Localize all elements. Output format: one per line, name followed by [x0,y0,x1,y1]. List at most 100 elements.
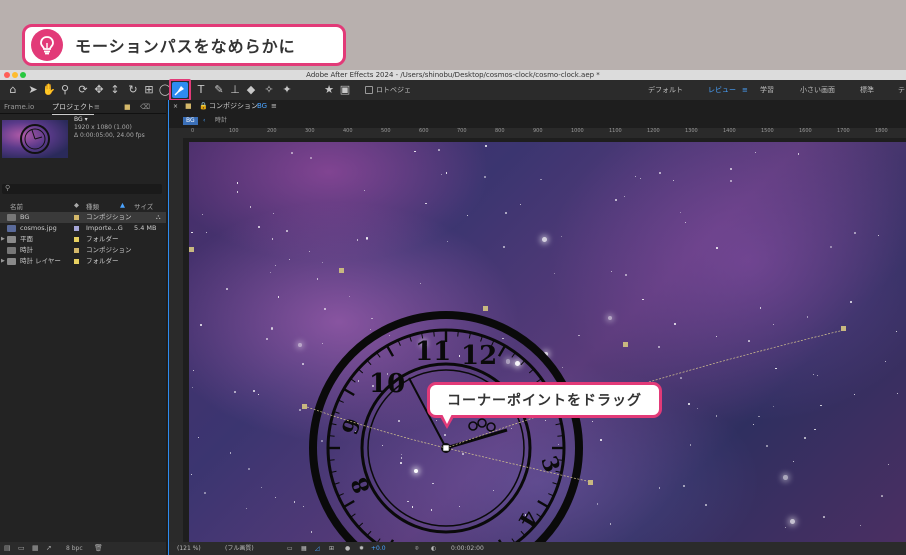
breadcrumb-clock[interactable]: 時計 [215,115,227,127]
path-handle-point[interactable] [302,404,307,409]
viewer-comp-name[interactable]: BG [257,100,267,113]
exposure-icon[interactable]: ✹ [359,542,364,555]
corner-point-selected[interactable] [442,444,450,452]
clock-tick [520,530,526,537]
eraser-tool-icon[interactable]: ◆ [244,83,258,97]
workspace-small-screen[interactable]: 小さい画面 [800,80,835,100]
color-channels-icon[interactable]: ● [345,542,350,555]
folder-icon [7,258,16,265]
ruler-label: 1500 [761,128,774,134]
item-name: 時計 [20,246,33,254]
path-keyframe-point[interactable] [623,342,628,347]
label-swatch[interactable] [74,248,79,253]
show-snapshot-icon[interactable]: ◐ [431,542,436,555]
tab-frameio[interactable]: Frame.io [4,100,34,114]
ruler-label: 500 [381,128,391,134]
workspace-learn[interactable]: 学習 [760,80,774,100]
label-swatch[interactable] [74,259,79,264]
project-search-input[interactable]: ⚲ [2,184,162,194]
new-composition-icon[interactable]: ▦ [32,544,39,552]
transparency-grid-icon[interactable]: ▦ [301,542,307,555]
grid-guides-icon[interactable]: ⊞ [329,542,334,555]
dolly-camera-icon[interactable]: ↕ [108,83,122,97]
new-folder-icon[interactable]: ▭ [18,544,25,552]
panel-menu-icon[interactable]: ≡ [94,100,100,114]
vertical-ruler [169,138,183,542]
project-item-clock-layers[interactable]: ▶ 時計 レイヤー フォルダー [0,256,166,267]
selection-tool-icon[interactable]: ➤ [26,83,40,97]
star-icon[interactable]: ★ [322,83,336,97]
orbit-camera-icon[interactable]: ⟳ [76,83,90,97]
item-type: コンポジション [86,213,132,221]
project-item-clock[interactable]: 時計 コンポジション [0,245,166,256]
home-icon[interactable]: ⌂ [6,83,20,97]
workspace-review[interactable]: レビュー [708,80,736,100]
breadcrumb-bg[interactable]: BG [183,117,198,125]
clone-stamp-tool-icon[interactable]: ⊥ [228,83,242,97]
path-keyframe-point[interactable] [189,247,194,252]
item-size: 5.4 MB [134,224,157,232]
pen-tool-icon[interactable] [172,82,188,98]
rotobezier-checkbox[interactable] [365,86,373,94]
title-bar: Adobe After Effects 2024 - /Users/shinob… [0,70,906,80]
ruler-label: 400 [343,128,353,134]
comp-breadcrumb: BG ‹ 時計 [169,115,906,127]
col-name[interactable]: 名前 [10,201,23,211]
label-swatch[interactable] [74,226,79,231]
puppet-pin-tool-icon[interactable]: ✦ [280,83,294,97]
label-swatch[interactable] [74,237,79,242]
label-swatch[interactable] [74,215,79,220]
col-type[interactable]: 種類 [86,201,99,211]
sort-ascending-icon[interactable]: ▲ [120,201,125,209]
path-keyframe-point[interactable] [339,268,344,273]
project-item-solids[interactable]: ▶ 平面 フォルダー [0,234,166,245]
clock-tick [343,499,355,509]
type-tool-icon[interactable]: T [194,83,208,97]
label-column-icon[interactable]: ◆ [74,201,79,209]
project-item-bg[interactable]: BG コンポジション ⛬ [0,212,166,223]
pan-camera-icon[interactable]: ✥ [92,83,106,97]
workspace-more[interactable]: テ [898,80,905,100]
roto-brush-tool-icon[interactable]: ✧ [262,83,276,97]
project-item-cosmos[interactable]: cosmos.jpg Importe...G 5.4 MB [0,223,166,234]
trash-icon[interactable]: 🗑 [94,544,103,552]
resolution-dropdown[interactable]: (フル画質) [225,542,254,555]
ruler-label: 1600 [799,128,812,134]
rotate-tool-icon[interactable]: ↻ [126,83,140,97]
snapping-icon[interactable]: ▣ [338,83,352,97]
tab-project[interactable]: プロジェクト [52,100,94,115]
ruler-label: 1200 [647,128,660,134]
brush-tool-icon[interactable]: ✎ [212,83,226,97]
exposure-value[interactable]: +0.0 [371,542,386,555]
mask-visibility-icon[interactable]: ◿ [315,542,320,555]
ruler-label: 1700 [837,128,850,134]
export-icon[interactable]: ➚ [46,544,52,552]
hand-tool-icon[interactable]: ✋ [42,83,56,97]
zoom-dropdown[interactable]: (121 %) [177,542,201,555]
current-timecode[interactable]: 0:00:02:00 [451,542,484,555]
label-color-icon[interactable]: ■ [124,100,131,114]
zoom-tool-icon[interactable]: ⚲ [58,83,72,97]
col-size[interactable]: サイズ [134,201,153,211]
disclosure-icon[interactable]: ▶ [1,256,5,267]
viewer-menu-icon[interactable]: ≡ [271,100,277,113]
workspace-menu-icon[interactable]: ≡ [742,80,748,100]
workspace-default[interactable]: デフォルト [648,80,683,100]
lock-icon[interactable]: 🔒 [199,100,208,113]
clock-tick [350,513,356,518]
path-handle-point[interactable] [588,480,593,485]
panel-close-icon[interactable]: ⌫ [140,100,150,114]
interpret-footage-icon[interactable]: ▤ [4,544,11,552]
composition-canvas[interactable]: 11 12 10 3 4 9 8 2 [189,142,906,542]
close-panel-icon[interactable]: × [173,100,178,113]
snapshot-icon[interactable]: ⌾ [415,542,419,555]
path-keyframe-point[interactable] [483,306,488,311]
disclosure-icon[interactable]: ▶ [1,234,5,245]
bit-depth-button[interactable]: 8 bpc [66,542,83,555]
anchor-point-tool-icon[interactable]: ⊞ [142,83,156,97]
region-of-interest-icon[interactable]: ▭ [287,542,293,555]
flowchart-icon[interactable]: ⛬ [156,212,161,223]
workspace-standard[interactable]: 標準 [860,80,874,100]
path-keyframe-point[interactable] [841,326,846,331]
ruler-label: 200 [267,128,277,134]
